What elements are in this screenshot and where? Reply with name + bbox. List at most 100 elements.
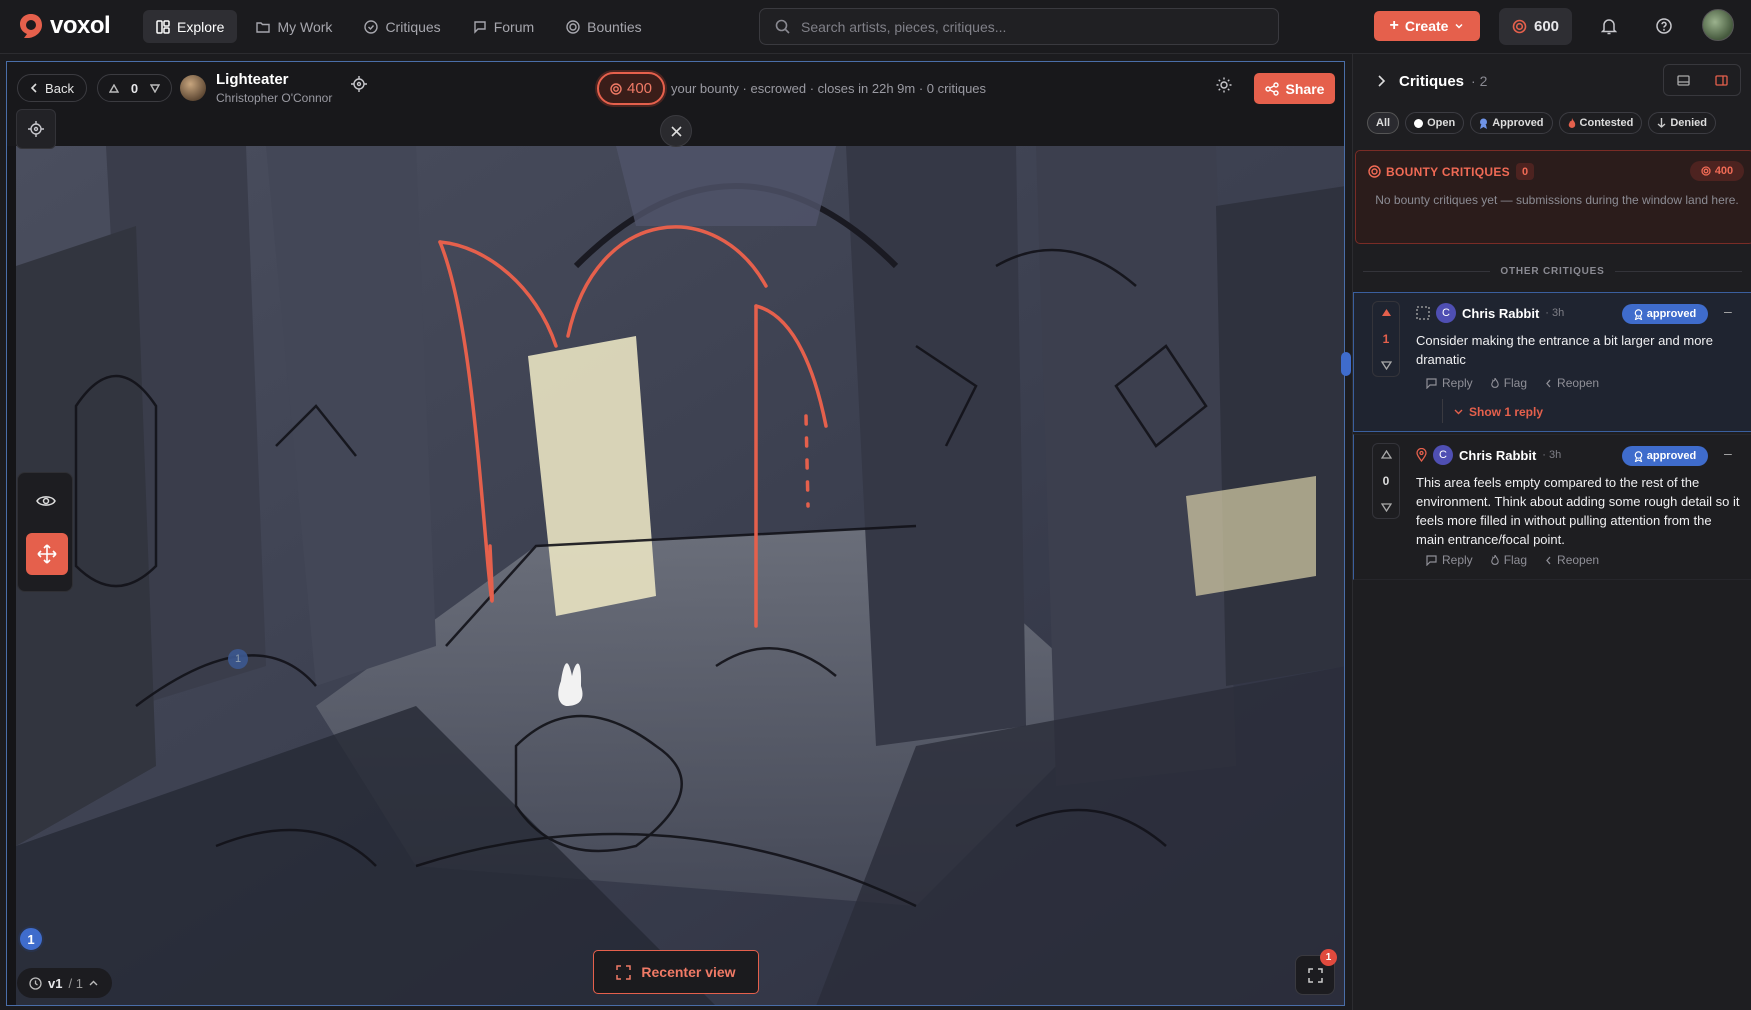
move-tool-button[interactable] [26,533,68,575]
critique-card[interactable]: 0 C Chris Rabbit · 3h approved – This ar… [1353,434,1751,580]
reopen-label: Reopen [1557,376,1600,390]
more-options-button[interactable]: – [1724,445,1732,461]
nav-bounties[interactable]: Bounties [553,10,654,43]
piece-author[interactable]: Christopher O'Connor [216,91,332,105]
reopen-label: Reopen [1557,553,1600,567]
nav-my-work[interactable]: My Work [243,10,345,43]
critique-time: · 3h [1542,449,1562,461]
artist-avatar[interactable] [180,75,206,101]
toggle-annotations-button[interactable] [26,483,66,519]
downvote-icon[interactable] [149,83,160,93]
downvote-icon[interactable] [1380,503,1392,512]
layout-side-button[interactable] [1702,65,1740,95]
collapse-panel-button[interactable] [1377,75,1386,87]
search-bar[interactable] [759,8,1279,45]
show-replies-label: Show 1 reply [1469,405,1544,419]
critique-author-avatar[interactable]: C [1433,445,1453,465]
nav-forum[interactable]: Forum [460,10,547,43]
status-badge-label: approved [1646,308,1697,320]
filter-open[interactable]: Open [1405,112,1465,134]
share-label: Share [1285,80,1325,97]
bounty-badge[interactable]: 400 [597,72,665,105]
critique-author-avatar[interactable]: C [1436,303,1456,323]
credits-balance[interactable]: 600 [1499,8,1572,45]
reopen-button[interactable]: Reopen [1545,553,1599,567]
version-label: v1 [48,975,63,991]
coin-icon [610,82,622,95]
critique-author[interactable]: Chris Rabbit [1459,448,1536,463]
filter-denied-label: Denied [1670,117,1707,129]
layout-stacked-button[interactable] [1664,65,1702,95]
critique-body: This area feels empty compared to the re… [1416,475,1740,547]
upvote-icon[interactable] [1381,308,1392,317]
nav-critiques[interactable]: Critiques [351,10,453,43]
bounty-empty-message: No bounty critiques yet — submissions du… [1375,193,1739,207]
flag-label: Flag [1503,553,1528,567]
close-overlay-button[interactable] [660,115,692,147]
reply-button[interactable]: Reply [1426,553,1473,567]
panel-header: Critiques · 2 [1353,54,1751,109]
piece-vote-control: 0 [97,74,172,102]
recenter-label: Recenter view [641,964,736,980]
help-button[interactable] [1649,11,1679,41]
thread-line [1442,399,1443,423]
create-button[interactable]: + Create [1374,11,1480,41]
location-pin-icon [1416,448,1427,462]
notifications-button[interactable] [1594,11,1624,41]
frame-icon [616,964,632,980]
help-icon [1656,18,1672,34]
version-total: / 1 [68,975,83,991]
upvote-icon[interactable] [109,83,120,93]
share-icon [1264,81,1279,96]
recenter-view-button[interactable]: Recenter view [593,950,759,994]
critique-time-value: 3h [1549,449,1562,461]
show-replies-button[interactable]: Show 1 reply [1454,405,1543,419]
create-label: Create [1404,18,1449,34]
reply-button[interactable]: Reply [1426,376,1473,390]
version-selector[interactable]: v1 / 1 [17,968,112,998]
status-filters: All Open Approved Contested Denied [1367,112,1716,134]
tool-palette [17,472,73,592]
chevron-right-icon [1378,75,1386,87]
critique-pin[interactable]: 1 [18,926,44,952]
reopen-button[interactable]: Reopen [1545,376,1599,390]
critique-vote-control: 1 [1372,301,1400,377]
check-circle-icon [364,19,379,34]
filter-denied[interactable]: Denied [1648,112,1716,134]
user-avatar[interactable] [1702,9,1734,41]
critique-card[interactable]: 1 C Chris Rabbit · 3h approved – Conside… [1353,292,1751,432]
focus-button[interactable] [16,109,56,149]
downvote-icon[interactable] [1380,361,1392,370]
artwork-image[interactable] [16,146,1345,1006]
search-input[interactable] [801,18,1241,35]
upvote-icon[interactable] [1380,450,1392,459]
flag-button[interactable]: Flag [1490,376,1527,390]
chevron-left-icon [1546,556,1551,564]
filter-all[interactable]: All [1367,112,1400,134]
bounty-section-count: 0 [1516,163,1534,180]
status-badge: approved [1622,304,1708,324]
settings-button[interactable] [1215,76,1233,94]
gear-icon [1216,77,1232,93]
filter-approved[interactable]: Approved [1470,112,1553,134]
piece-title: Lighteater [216,71,289,88]
locate-button[interactable] [351,76,367,92]
critique-author[interactable]: Chris Rabbit [1462,306,1539,321]
flame-icon [1490,378,1499,388]
notification-badge: 1 [1320,949,1337,966]
chevron-up-icon [89,980,98,985]
logo[interactable]: voxol [18,12,111,40]
back-button[interactable]: Back [17,74,87,102]
panel-resize-handle[interactable] [1341,352,1351,376]
chevron-left-icon [1546,379,1551,387]
reply-label: Reply [1442,553,1473,567]
flag-button[interactable]: Flag [1490,553,1528,567]
chevron-down-icon [1455,23,1463,29]
filter-contested[interactable]: Contested [1558,112,1643,134]
critique-pin-faded[interactable]: 1 [228,649,248,669]
filter-open-label: Open [1427,117,1456,129]
nav-explore[interactable]: Explore [143,10,238,43]
share-button[interactable]: Share [1254,73,1335,104]
top-bar: voxol Explore My Work Critiques Forum Bo… [0,0,1751,54]
more-options-button[interactable]: – [1724,303,1732,319]
